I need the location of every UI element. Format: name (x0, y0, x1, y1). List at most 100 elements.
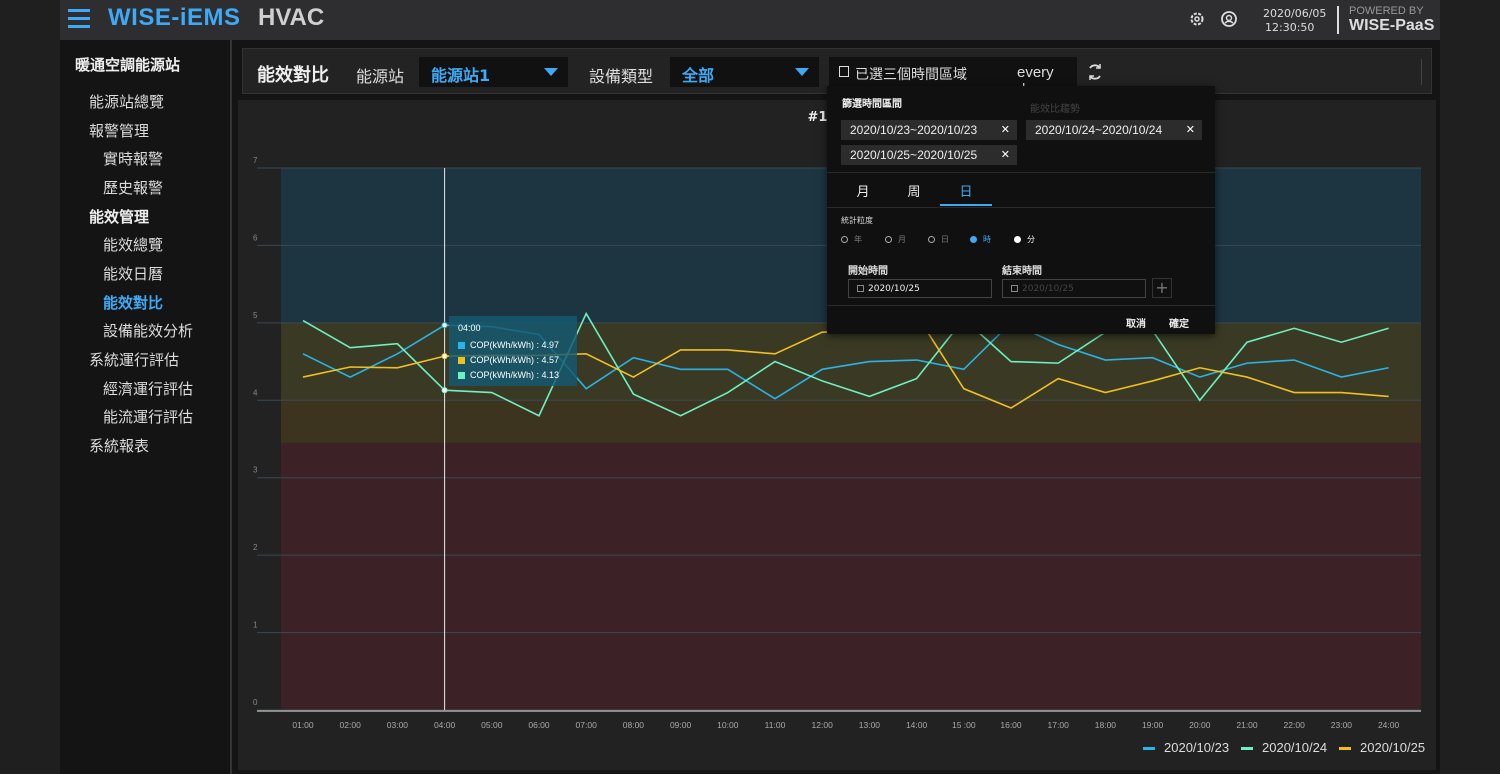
range-chip-label: 2020/10/25~2020/10/25 (850, 148, 978, 162)
start-date-input[interactable]: 2020/10/25 (848, 279, 992, 298)
legend-label: 2020/10/25 (1360, 740, 1426, 755)
datetime: 2020/06/05 12:30:50 (1263, 7, 1326, 35)
period-tabs: 月 周 日 (827, 172, 1215, 208)
radio-hour[interactable]: 時 (970, 234, 991, 245)
x-tick-label: 02:00 (340, 720, 362, 730)
x-tick-label: 18:00 (1095, 720, 1117, 730)
date-range-picker[interactable]: 已選三個時間區域 every day (829, 57, 1077, 98)
start-date-value: 2020/10/25 (868, 284, 920, 294)
calendar-icon (1011, 285, 1018, 292)
radio-minute[interactable]: 分 (1014, 234, 1035, 245)
radio-month[interactable]: 月 (885, 234, 906, 245)
tab-day[interactable]: 日 (940, 181, 992, 206)
x-tick-label: 24:00 (1378, 720, 1400, 730)
chart-legend: 2020/10/23 2020/10/24 2020/10/25 (1143, 740, 1425, 758)
station-label: 能源站 (356, 67, 405, 86)
equipment-type-select[interactable]: 全部 (670, 57, 819, 87)
y-tick-label: 3 (253, 466, 258, 475)
sidebar-item-realtime-alarm[interactable]: 實時報警 (103, 148, 163, 169)
refresh-icon[interactable] (1086, 61, 1104, 83)
y-tick-label: 0 (253, 698, 258, 707)
calendar-icon (839, 66, 849, 77)
sidebar-item-energy-flow-evaluation[interactable]: 能流運行評估 (103, 406, 193, 427)
sidebar-item-efficiency-management[interactable]: 能效管理 (89, 206, 149, 227)
top-bar: WISE-iEMS HVAC 2020/06/05 12:30:50 POWER… (60, 0, 1440, 40)
end-time-label: 結束時間 (1002, 266, 1042, 277)
radio-label: 分 (1027, 235, 1035, 244)
add-range-button[interactable]: + (1152, 278, 1172, 298)
sidebar-item-history-alarm[interactable]: 歷史報警 (103, 177, 163, 198)
x-tick-label: 04:00 (434, 720, 456, 730)
series-swatch (458, 342, 465, 350)
platform-name: WISE-PaaS (1349, 17, 1435, 34)
x-tick-label: 20:00 (1189, 720, 1211, 730)
x-tick-label: 17:00 (1048, 720, 1070, 730)
sidebar-item-station-overview[interactable]: 能源站總覽 (89, 91, 164, 112)
legend-label: 2020/10/24 (1262, 740, 1328, 755)
sidebar-item-efficiency-overview[interactable]: 能效總覽 (103, 234, 163, 255)
sidebar-item-system-report[interactable]: 系統報表 (89, 435, 149, 456)
legend-item[interactable]: 2020/10/24 (1241, 740, 1327, 755)
sidebar-title: 暖通空調能源站 (75, 56, 181, 74)
equipment-type-label: 設備類型 (589, 67, 654, 86)
date-text: 2020/06/05 (1263, 7, 1327, 20)
user-account-icon[interactable] (1220, 10, 1238, 28)
hover-point (441, 387, 448, 394)
sidebar-item-alarm-management[interactable]: 報警管理 (89, 120, 149, 141)
divider (827, 305, 1215, 306)
chevron-down-icon (544, 68, 558, 76)
y-tick-label: 2 (253, 543, 258, 552)
close-icon[interactable]: ✕ (1001, 123, 1010, 136)
sidebar-item-economic-evaluation[interactable]: 經濟運行評估 (103, 378, 193, 399)
range-chip[interactable]: 2020/10/23~2020/10/23 ✕ (841, 120, 1017, 140)
tooltip-row-text: COP(kWh/kWh) : 4.57 (470, 355, 560, 365)
end-date-placeholder: 2020/10/25 (1022, 284, 1074, 294)
x-tick-label: 21:00 (1236, 720, 1258, 730)
legend-item[interactable]: 2020/10/23 (1143, 740, 1229, 755)
radio-year[interactable]: 年 (841, 234, 862, 245)
gear-icon[interactable] (1188, 10, 1206, 28)
x-tick-label: 23:00 (1331, 720, 1353, 730)
x-tick-label: 07:00 (576, 720, 598, 730)
legend-item[interactable]: 2020/10/25 (1339, 740, 1425, 755)
confirm-button[interactable]: 確定 (1169, 315, 1189, 330)
popup-heading: 篩選時間區間 (842, 99, 902, 110)
tooltip-row: COP(kWh/kWh) : 4.97 (458, 340, 559, 350)
radio-label: 年 (854, 235, 862, 244)
series-swatch (458, 357, 465, 365)
hamburger-menu-icon[interactable] (68, 9, 90, 29)
range-chip-label: 2020/10/23~2020/10/23 (850, 123, 978, 137)
tab-month[interactable]: 月 (837, 181, 889, 200)
tab-week[interactable]: 周 (888, 181, 940, 200)
legend-label: 2020/10/23 (1164, 740, 1230, 755)
sidebar-item-efficiency-calendar[interactable]: 能效日曆 (103, 263, 163, 284)
close-icon[interactable]: ✕ (1186, 123, 1195, 136)
hover-point (441, 322, 448, 329)
sidebar-item-system-evaluation[interactable]: 系統運行評估 (89, 349, 179, 370)
tooltip-time: 04:00 (458, 323, 481, 333)
end-date-input[interactable]: 2020/10/25 (1002, 279, 1146, 298)
sidebar-item-efficiency-compare[interactable]: 能效對比 (103, 292, 163, 313)
range-chip[interactable]: 2020/10/25~2020/10/25 ✕ (841, 145, 1017, 165)
tooltip-row: COP(kWh/kWh) : 4.13 (458, 370, 559, 380)
x-tick-label: 06:00 (528, 720, 550, 730)
cancel-button[interactable]: 取消 (1126, 315, 1146, 330)
series-swatch (458, 372, 465, 380)
hover-point (441, 353, 448, 360)
radio-label: 時 (983, 235, 991, 244)
y-tick-label: 7 (253, 156, 258, 165)
y-tick-label: 4 (253, 388, 258, 397)
threshold-band (281, 400, 1421, 443)
station-select-value: 能源站1 (431, 66, 491, 85)
x-tick-label: 01:00 (292, 720, 314, 730)
x-tick-label: 13:00 (859, 720, 881, 730)
tooltip-row-text: COP(kWh/kWh) : 4.97 (470, 340, 560, 350)
product-name: HVAC (258, 4, 325, 31)
sidebar-item-equipment-analysis[interactable]: 設備能效分析 (103, 320, 193, 341)
date-range-text: 已選三個時間區域 (855, 67, 967, 83)
close-icon[interactable]: ✕ (1001, 148, 1010, 161)
y-tick-label: 1 (253, 621, 258, 630)
radio-day[interactable]: 日 (928, 234, 949, 245)
range-chip[interactable]: 2020/10/24~2020/10/24 ✕ (1026, 120, 1202, 140)
station-select[interactable]: 能源站1 (419, 57, 568, 87)
